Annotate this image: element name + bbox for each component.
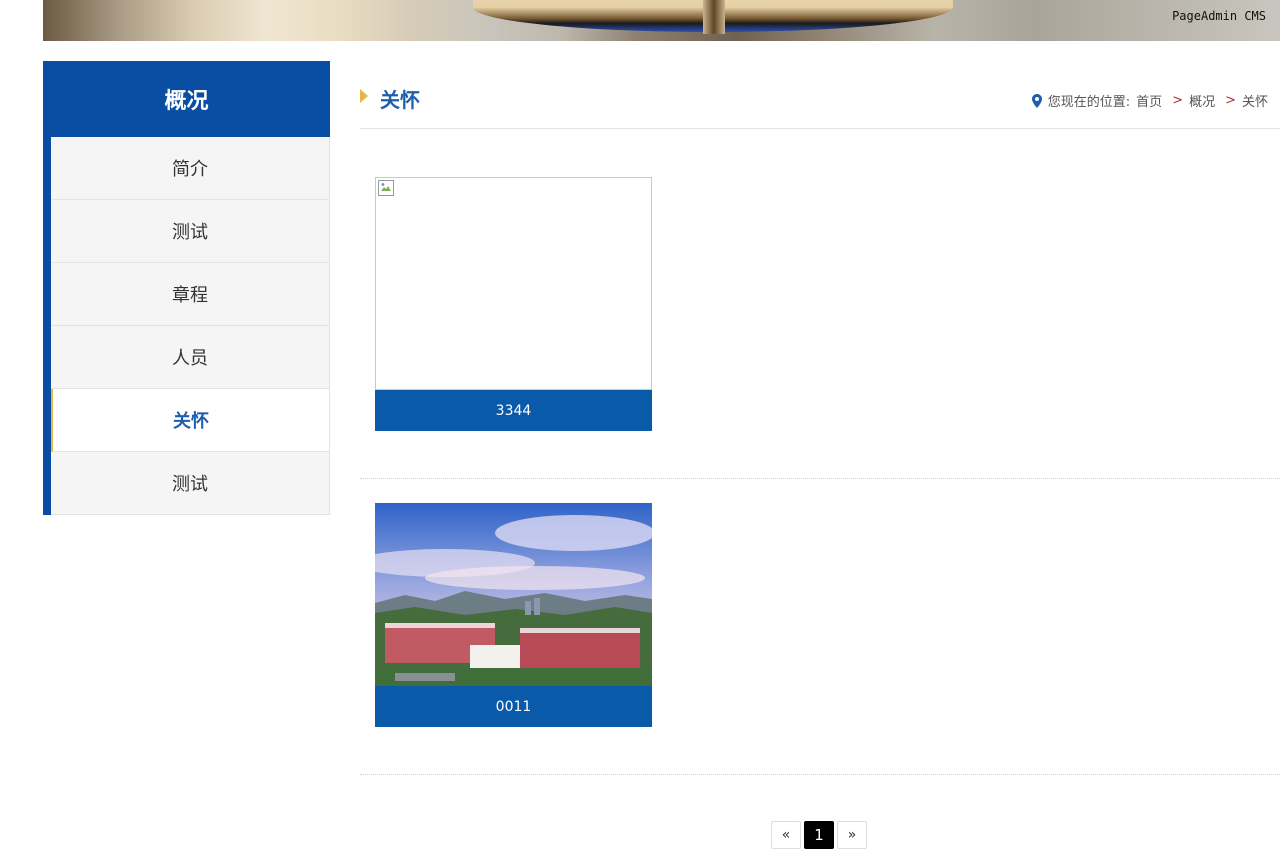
sidebar-title: 概况: [43, 61, 330, 137]
card-row: 3344: [360, 129, 1280, 479]
brand-text: PageAdmin CMS: [1172, 9, 1266, 23]
campus-photo[interactable]: [375, 503, 652, 686]
photo-card[interactable]: 3344: [375, 177, 652, 431]
broken-image[interactable]: [375, 177, 652, 390]
card-caption[interactable]: 3344: [375, 390, 652, 431]
prev-page-button[interactable]: «: [771, 821, 801, 849]
pagination: « 1 »: [771, 821, 867, 849]
sidebar-item-test-2[interactable]: 测试: [51, 452, 330, 515]
breadcrumb-level1[interactable]: 概况: [1189, 91, 1215, 110]
location-pin-icon: [1031, 93, 1042, 108]
breadcrumb: 您现在的位置: 首页 > 概况 > 关怀: [1031, 91, 1268, 110]
breadcrumb-home[interactable]: 首页: [1136, 91, 1162, 110]
sidebar-item-staff[interactable]: 人员: [51, 326, 330, 389]
photo-card[interactable]: 0011: [375, 503, 652, 727]
sidebar-item-charter[interactable]: 章程: [51, 263, 330, 326]
next-page-button[interactable]: »: [837, 821, 867, 849]
title-bar: 关怀 您现在的位置: 首页 > 概况 > 关怀: [360, 61, 1280, 129]
card-row: 0011: [360, 479, 1280, 775]
breadcrumb-separator: >: [1172, 93, 1184, 108]
sidebar: 概况 简介 测试 章程 人员 关怀 测试: [43, 61, 330, 515]
campus-photo-image: [375, 503, 652, 686]
breadcrumb-separator: >: [1225, 93, 1236, 108]
broken-image-icon: [378, 180, 394, 196]
header-banner: PageAdmin CMS: [43, 0, 1280, 41]
breadcrumb-level2[interactable]: 关怀: [1242, 91, 1268, 110]
book-spine: [703, 0, 725, 34]
sidebar-item-intro[interactable]: 简介: [51, 137, 330, 200]
page-title: 关怀: [380, 88, 420, 112]
sidebar-item-test[interactable]: 测试: [51, 200, 330, 263]
sidebar-item-care[interactable]: 关怀: [51, 389, 330, 452]
sidebar-list: 简介 测试 章程 人员 关怀 测试: [43, 137, 330, 515]
current-page-button[interactable]: 1: [804, 821, 834, 849]
card-caption[interactable]: 0011: [375, 686, 652, 727]
breadcrumb-prefix: 您现在的位置:: [1047, 95, 1131, 110]
main-content: 关怀 您现在的位置: 首页 > 概况 > 关怀 3344 0011: [360, 61, 1280, 775]
title-marker-icon: [360, 89, 368, 103]
